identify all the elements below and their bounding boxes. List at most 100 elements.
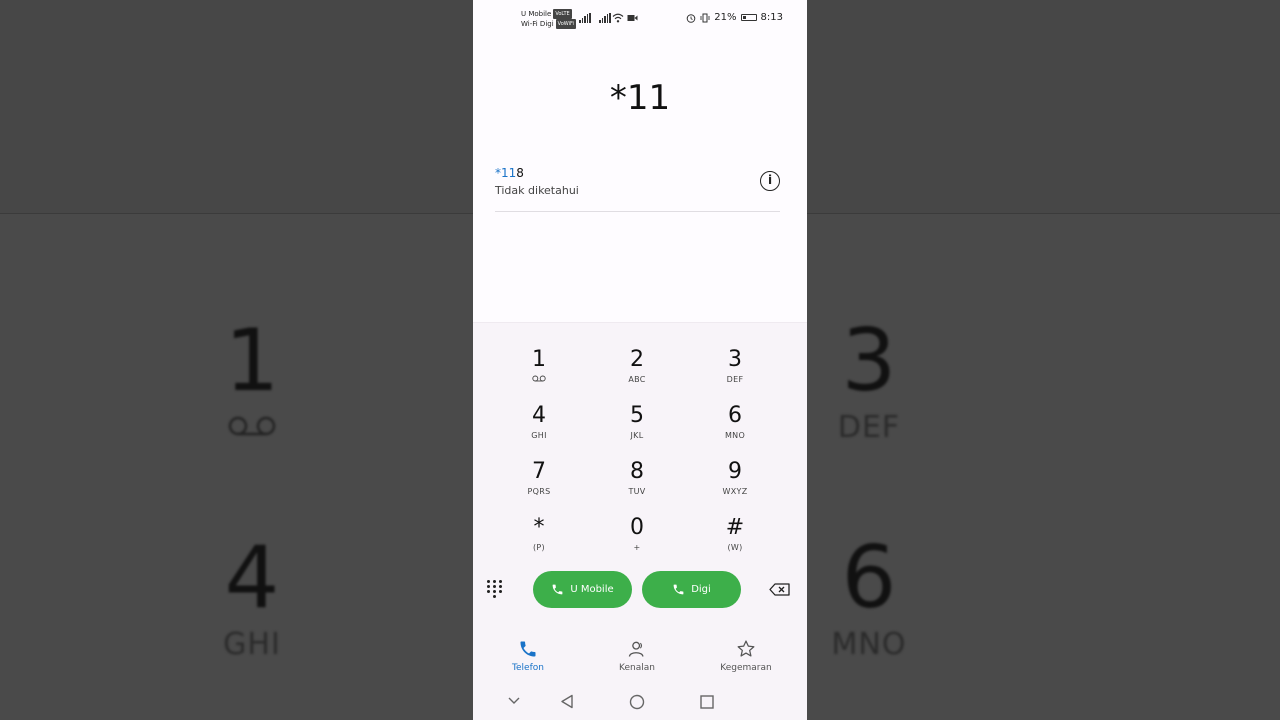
nav-tab-phone[interactable]: Telefon: [488, 637, 568, 673]
vibrate-icon: [700, 13, 710, 22]
key-4[interactable]: 4 GHI: [499, 403, 579, 453]
backspace-icon[interactable]: [769, 583, 790, 596]
background-digit: 6: [841, 528, 897, 628]
call-action-row: U Mobile Digi: [473, 571, 807, 609]
status-bar: U Mobile VoLTE Wi-Fi Digi VoWiFi 21% 8:13: [473, 0, 807, 34]
info-icon[interactable]: i: [760, 171, 780, 191]
nav-label-phone: Telefon: [512, 663, 544, 673]
key-letters: JKL: [630, 431, 644, 440]
key-3[interactable]: 3 DEF: [695, 347, 775, 397]
key-7[interactable]: 7 PQRS: [499, 459, 579, 509]
alarm-icon: [686, 13, 696, 23]
background-digit: 3: [841, 311, 897, 411]
background-top-band: [0, 0, 473, 214]
key-hash[interactable]: # (W): [695, 515, 775, 565]
suggestion-label: Tidak diketahui: [495, 184, 579, 197]
key-digit: 4: [532, 403, 546, 428]
carrier1-name: U Mobile: [521, 10, 552, 18]
dialpad-toggle-icon[interactable]: [487, 580, 503, 598]
call-sim1-button[interactable]: U Mobile: [533, 571, 632, 608]
background-digit: 1: [224, 311, 280, 411]
key-letters: PQRS: [527, 487, 551, 496]
signal-icon: [599, 13, 611, 23]
key-0[interactable]: 0 +: [597, 515, 677, 565]
carrier2-name: Wi-Fi Digi: [521, 20, 554, 28]
key-digit: 2: [630, 347, 644, 372]
key-letters: +: [633, 543, 641, 552]
carrier1-badge: VoLTE: [553, 9, 572, 19]
key-letters: DEF: [726, 375, 744, 384]
key-digit: 0: [630, 515, 644, 540]
nav-tab-favorites[interactable]: Kegemaran: [706, 637, 786, 673]
key-digit: 8: [630, 459, 644, 484]
background-letters: GHI: [223, 627, 281, 662]
carrier2-badge: VoWiFi: [555, 19, 576, 29]
background-key-6: 6 MNO: [827, 535, 911, 662]
nav-tab-contacts[interactable]: Kenalan: [597, 637, 677, 673]
dialpad: 1 2 ABC 3 DEF 4 GHI 5 JKL 6 MNO 7 PQRS 8…: [473, 322, 807, 720]
recents-icon[interactable]: [700, 695, 714, 709]
suggestion-number-match: *11: [495, 166, 517, 180]
star-icon: [737, 640, 755, 657]
key-letters: TUV: [628, 487, 646, 496]
phone-screen: U Mobile VoLTE Wi-Fi Digi VoWiFi 21% 8:13 …: [473, 0, 807, 720]
suggestion-number-rest: 8: [516, 166, 524, 180]
bottom-nav: Telefon Kenalan Kegemaran: [473, 637, 807, 687]
background-top-band: [807, 0, 1280, 214]
key-digit: 7: [532, 459, 546, 484]
key-6[interactable]: 6 MNO: [695, 403, 775, 453]
battery-icon: [740, 14, 757, 21]
background-key-4: 4 GHI: [210, 535, 294, 662]
background-right: 3 DEF 6 MNO: [807, 0, 1280, 720]
key-1[interactable]: 1: [499, 347, 579, 397]
call-sim2-button[interactable]: Digi: [642, 571, 741, 608]
call-sim1-label: U Mobile: [570, 584, 614, 595]
contact-suggestion[interactable]: *118 Tidak diketahui i: [495, 160, 780, 212]
chevron-down-icon[interactable]: [508, 697, 520, 705]
background-key-1: 1: [210, 318, 294, 445]
phone-sim1-icon: [552, 584, 563, 595]
dialed-number[interactable]: *11: [473, 78, 807, 118]
nav-label-contacts: Kenalan: [619, 663, 655, 673]
background-digit: 4: [224, 528, 280, 628]
key-letters: ABC: [628, 375, 646, 384]
key-letters: (W): [727, 543, 743, 552]
back-icon[interactable]: [560, 694, 574, 709]
key-digit: 1: [532, 347, 546, 372]
signal-icon: [579, 13, 591, 23]
key-letters: (P): [533, 543, 545, 552]
background-left: 1 4 GHI: [0, 0, 473, 720]
key-letters: WXYZ: [722, 487, 748, 496]
voicemail-icon: [210, 410, 294, 445]
wifi-icon: [612, 13, 624, 23]
key-digit: 3: [728, 347, 742, 372]
key-8[interactable]: 8 TUV: [597, 459, 677, 509]
voicemail-icon: [499, 375, 579, 384]
key-digit: *: [533, 515, 545, 540]
nav-label-favorites: Kegemaran: [720, 663, 772, 673]
key-9[interactable]: 9 WXYZ: [695, 459, 775, 509]
key-letters: MNO: [724, 431, 746, 440]
contacts-icon: [628, 641, 644, 657]
battery-percent: 21%: [714, 12, 737, 23]
phone-sim2-icon: [673, 584, 684, 595]
key-2[interactable]: 2 ABC: [597, 347, 677, 397]
key-digit: 5: [630, 403, 644, 428]
phone-icon: [520, 641, 536, 657]
key-digit: 6: [728, 403, 742, 428]
status-time: 8:13: [760, 12, 783, 23]
background-letters: MNO: [831, 627, 907, 662]
status-right: 21% 8:13: [686, 12, 783, 23]
video-call-icon: [627, 15, 638, 21]
screen: 1 4 GHI 3 DEF 6 MNO U Mobile VoLTE Wi-Fi …: [0, 0, 1280, 720]
call-sim2-label: Digi: [691, 584, 711, 595]
key-digit: #: [725, 515, 745, 540]
background-key-3: 3 DEF: [827, 318, 911, 445]
system-navigation-bar: [473, 684, 807, 720]
home-icon[interactable]: [629, 694, 645, 710]
key-digit: 9: [728, 459, 742, 484]
carrier-info: U Mobile VoLTE Wi-Fi Digi VoWiFi: [521, 9, 576, 29]
key-letters: GHI: [531, 431, 547, 440]
key-5[interactable]: 5 JKL: [597, 403, 677, 453]
key-star[interactable]: * (P): [499, 515, 579, 565]
